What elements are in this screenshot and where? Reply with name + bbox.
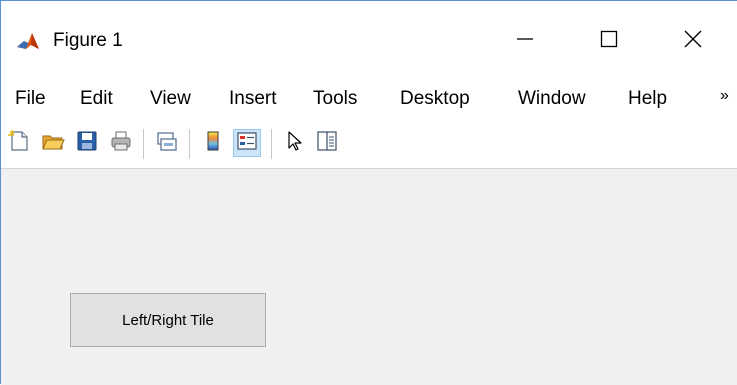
maximize-button[interactable] xyxy=(581,21,637,61)
figure-canvas: Left/Right Tile xyxy=(1,169,737,385)
menu-help[interactable]: Help xyxy=(628,87,667,111)
link-plot-button[interactable] xyxy=(153,129,181,157)
maximize-icon xyxy=(600,30,618,53)
toolbar-separator xyxy=(189,129,190,159)
close-icon xyxy=(684,30,702,53)
print-icon xyxy=(109,129,133,158)
insert-legend-icon xyxy=(236,130,258,157)
menu-view[interactable]: View xyxy=(150,87,191,111)
menu-insert[interactable]: Insert xyxy=(229,87,277,111)
minimize-icon xyxy=(516,30,534,53)
open-property-inspector-icon xyxy=(315,129,339,158)
new-figure-button[interactable] xyxy=(5,129,33,157)
open-file-icon xyxy=(41,129,65,158)
menu-tools[interactable]: Tools xyxy=(313,87,357,111)
window-title: Figure 1 xyxy=(53,30,123,51)
menu-bar: File Edit View Insert Tools Desktop Wind… xyxy=(1,79,737,119)
save-button[interactable] xyxy=(73,129,101,157)
insert-legend-button[interactable] xyxy=(233,129,261,157)
minimize-button[interactable] xyxy=(497,21,553,61)
insert-colorbar-icon xyxy=(201,129,225,158)
toolbar-separator xyxy=(271,129,272,159)
link-plot-icon xyxy=(155,129,179,158)
figure-window: Figure 1 File Edit View Insert Tools Des… xyxy=(0,0,737,385)
new-figure-icon xyxy=(7,129,31,158)
open-file-button[interactable] xyxy=(39,129,67,157)
insert-colorbar-button[interactable] xyxy=(199,129,227,157)
title-bar: Figure 1 xyxy=(1,1,737,79)
close-button[interactable] xyxy=(665,21,721,61)
edit-plot-icon xyxy=(283,129,307,158)
toolbar-separator xyxy=(143,129,144,159)
edit-plot-button[interactable] xyxy=(281,129,309,157)
save-icon xyxy=(75,129,99,158)
matlab-icon xyxy=(15,29,41,53)
menu-edit[interactable]: Edit xyxy=(80,87,113,111)
print-button[interactable] xyxy=(107,129,135,157)
figure-toolbar xyxy=(1,119,737,169)
left-right-tile-button[interactable]: Left/Right Tile xyxy=(70,293,266,347)
open-property-inspector-button[interactable] xyxy=(313,129,341,157)
menu-overflow-icon[interactable]: » xyxy=(720,87,729,105)
menu-window[interactable]: Window xyxy=(518,87,586,111)
menu-file[interactable]: File xyxy=(15,87,46,111)
menu-desktop[interactable]: Desktop xyxy=(400,87,470,111)
